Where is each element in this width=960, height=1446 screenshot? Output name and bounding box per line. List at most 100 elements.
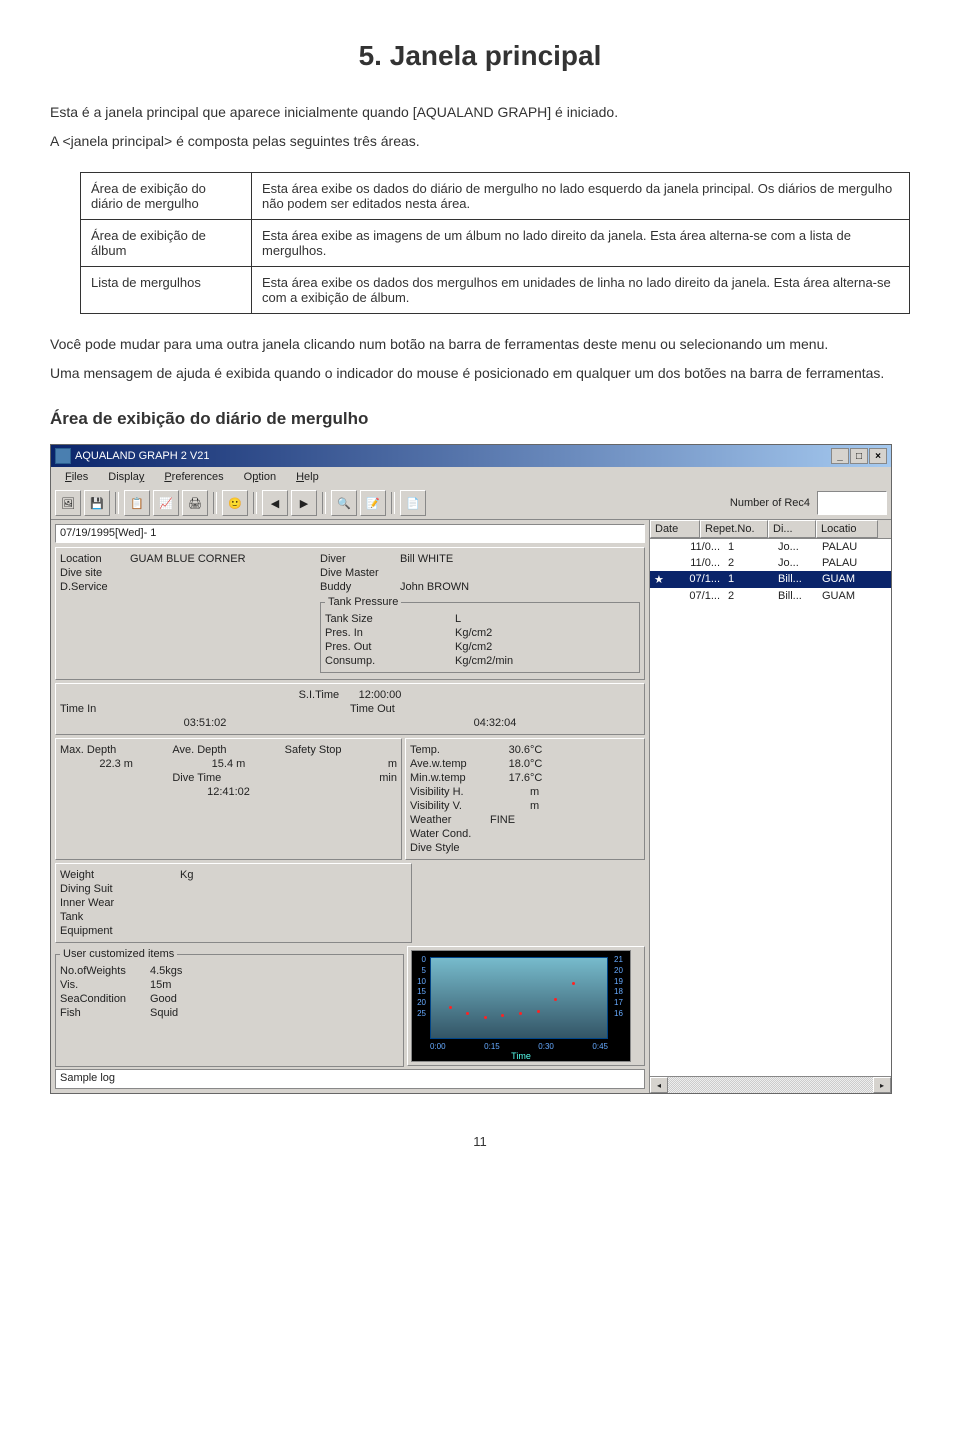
val-location: GUAM BLUE CORNER bbox=[130, 552, 246, 566]
sample-log-field[interactable]: Sample log bbox=[55, 1069, 645, 1089]
toolbar-button-2[interactable]: 💾 bbox=[84, 490, 110, 516]
toolbar-next-button[interactable]: ▶ bbox=[291, 490, 317, 516]
val-avewtemp: 18.0 bbox=[490, 757, 530, 771]
toolbar-button-3[interactable]: 📋 bbox=[124, 490, 150, 516]
lbl-diver: Diver bbox=[320, 552, 400, 566]
val-fish: Squid bbox=[150, 1006, 178, 1020]
lbl-usercustom: User customized items bbox=[60, 948, 177, 960]
section-heading: Área de exibição do diário de mergulho bbox=[50, 409, 910, 429]
menu-display[interactable]: Display bbox=[98, 469, 154, 485]
list-row[interactable]: 11/0...2Jo...PALAU bbox=[650, 555, 891, 571]
val-diver: Bill WHITE bbox=[400, 552, 453, 566]
lbl-fish: Fish bbox=[60, 1006, 150, 1020]
lbl-innerwear: Inner Wear bbox=[60, 896, 407, 910]
cell-r1c2: Esta área exibe os dados do diário de me… bbox=[252, 173, 910, 220]
val-minwtemp: 17.6 bbox=[490, 771, 530, 785]
u-avewtemp: °C bbox=[530, 757, 542, 771]
list-row[interactable]: 11/0...1Jo...PALAU bbox=[650, 539, 891, 555]
val-noweights: 4.5kgs bbox=[150, 964, 182, 978]
lbl-buddy: Buddy bbox=[320, 580, 400, 594]
graph-xlabel: Time bbox=[511, 1051, 531, 1061]
lbl-seacond: SeaCondition bbox=[60, 992, 150, 1006]
menu-files[interactable]: Files bbox=[55, 469, 98, 485]
lbl-timeout: Time Out bbox=[350, 702, 640, 716]
list-header: Date Repet.No. Di... Locatio bbox=[650, 520, 891, 539]
unit-ss-min: min bbox=[285, 771, 397, 785]
list-body[interactable]: 11/0...1Jo...PALAU11/0...2Jo...PALAU★07/… bbox=[650, 539, 891, 1076]
record-count-label: Number of Rec4 bbox=[726, 497, 814, 509]
user-custom-group: User customized items No.ofWeights4.5kgs… bbox=[55, 948, 404, 1067]
val-sitime: 12:00:00 bbox=[359, 688, 402, 702]
cell-r2c2: Esta área exibe as imagens de um álbum n… bbox=[252, 220, 910, 267]
cell-r2c1: Área de exibição de álbum bbox=[81, 220, 252, 267]
list-h-scrollbar[interactable]: ◂ ▸ bbox=[650, 1076, 891, 1093]
val-vis: 15m bbox=[150, 978, 171, 992]
toolbar-button-9[interactable]: 📄 bbox=[400, 490, 426, 516]
lbl-location: Location bbox=[60, 552, 130, 566]
lbl-sitime: S.I.Time bbox=[299, 688, 359, 702]
lbl-vish: Visibility H. bbox=[410, 785, 490, 799]
toolbar-button-6[interactable]: 🙂 bbox=[222, 490, 248, 516]
toolbar-button-4[interactable]: 📈 bbox=[153, 490, 179, 516]
val-timein: 03:51:02 bbox=[60, 716, 350, 730]
lbl-minwtemp: Min.w.temp bbox=[410, 771, 490, 785]
toolbar-button-8[interactable]: 📝 bbox=[360, 490, 386, 516]
para-1: Você pode mudar para uma outra janela cl… bbox=[50, 334, 910, 355]
lbl-tanksize: Tank Size bbox=[325, 612, 395, 626]
lbl-timein: Time In bbox=[60, 702, 350, 716]
tank-pressure-group: Tank Pressure Tank SizeL Pres. InKg/cm2 … bbox=[320, 596, 640, 673]
col-repet[interactable]: Repet.No. bbox=[700, 520, 768, 538]
col-locatio[interactable]: Locatio bbox=[816, 520, 878, 538]
record-count-box bbox=[817, 491, 887, 515]
window-title: AQUALAND GRAPH 2 V21 bbox=[75, 450, 831, 462]
col-di[interactable]: Di... bbox=[768, 520, 816, 538]
col-date[interactable]: Date bbox=[650, 520, 700, 538]
cell-r3c1: Lista de mergulhos bbox=[81, 267, 252, 314]
lbl-presout: Pres. Out bbox=[325, 640, 395, 654]
lbl-divingsuit: Diving Suit bbox=[60, 882, 407, 896]
window-maximize-button[interactable]: □ bbox=[850, 448, 868, 464]
unit-presout: Kg/cm2 bbox=[455, 640, 492, 654]
lbl-equipment: Equipment bbox=[60, 924, 407, 938]
app-window: AQUALAND GRAPH 2 V21 _ □ × Files Display… bbox=[50, 444, 892, 1094]
lbl-tankpressure: Tank Pressure bbox=[325, 596, 401, 608]
graph-y-right: 212019181716 bbox=[614, 955, 628, 1020]
scroll-left-icon[interactable]: ◂ bbox=[650, 1077, 668, 1093]
window-minimize-button[interactable]: _ bbox=[831, 448, 849, 464]
app-icon bbox=[55, 448, 71, 464]
list-row[interactable]: ★07/1...1Bill...GUAM bbox=[650, 571, 891, 588]
graph-x-ticks: 0:000:150:300:45 bbox=[430, 1042, 608, 1051]
cell-r1c1: Área de exibição do diário de mergulho bbox=[81, 173, 252, 220]
toolbar-button-7[interactable]: 🔍 bbox=[331, 490, 357, 516]
toolbar-button-1[interactable]: 🖼 bbox=[55, 490, 81, 516]
u-minwtemp: °C bbox=[530, 771, 542, 785]
log-date-title: 07/19/1995[Wed]- 1 bbox=[55, 524, 645, 543]
unit-consump: Kg/cm2/min bbox=[455, 654, 513, 668]
list-row[interactable]: 07/1...2Bill...GUAM bbox=[650, 588, 891, 604]
scroll-right-icon[interactable]: ▸ bbox=[873, 1077, 891, 1093]
window-titlebar[interactable]: AQUALAND GRAPH 2 V21 _ □ × bbox=[51, 445, 891, 467]
graph-y-left: 0510152025 bbox=[414, 955, 426, 1020]
val-avedepth: 15.4 m bbox=[172, 757, 284, 771]
lbl-consump: Consump. bbox=[325, 654, 395, 668]
toolbar-button-5[interactable]: 🖨 bbox=[182, 490, 208, 516]
lbl-presin: Pres. In bbox=[325, 626, 395, 640]
val-divetime: 12:41:02 bbox=[172, 785, 284, 799]
lbl-divetime: Dive Time bbox=[172, 771, 284, 785]
menu-help[interactable]: Help bbox=[286, 469, 329, 485]
u-weight: Kg bbox=[180, 868, 193, 882]
lbl-safetystop: Safety Stop bbox=[285, 743, 397, 757]
u-visv: m bbox=[530, 799, 539, 813]
page-number: 11 bbox=[50, 1134, 910, 1149]
lbl-vis: Vis. bbox=[60, 978, 150, 992]
menu-option[interactable]: Option bbox=[234, 469, 286, 485]
u-temp: °C bbox=[530, 743, 542, 757]
toolbar-prev-button[interactable]: ◀ bbox=[262, 490, 288, 516]
window-close-button[interactable]: × bbox=[869, 448, 887, 464]
val-buddy: John BROWN bbox=[400, 580, 469, 594]
lbl-visv: Visibility V. bbox=[410, 799, 490, 813]
lbl-weight: Weight bbox=[60, 868, 140, 882]
lbl-noweights: No.ofWeights bbox=[60, 964, 150, 978]
dive-graph[interactable]: 0510152025 212019181716 Centigrade 0:000… bbox=[411, 950, 631, 1062]
menu-preferences[interactable]: Preferences bbox=[154, 469, 233, 485]
